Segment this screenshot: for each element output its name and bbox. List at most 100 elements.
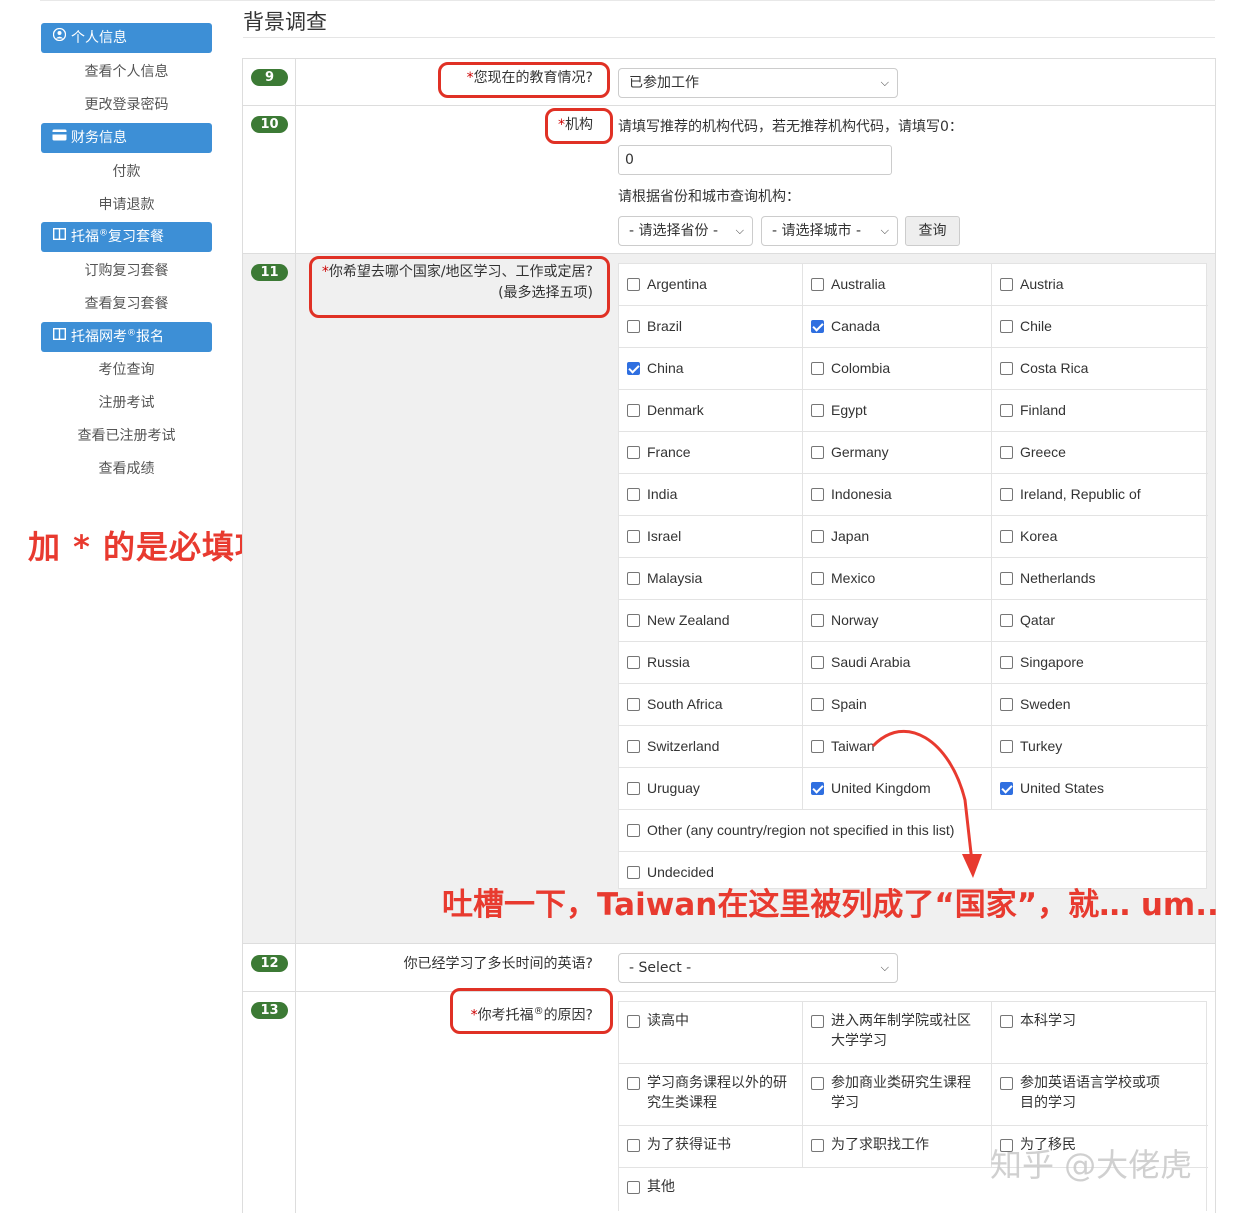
country-option-singapore[interactable]: Singapore — [991, 642, 1208, 684]
checkbox[interactable] — [811, 404, 824, 417]
checkbox[interactable] — [1000, 446, 1013, 459]
country-option-india[interactable]: India — [619, 474, 802, 516]
checkbox[interactable] — [811, 614, 824, 627]
reason-option[interactable]: 参加英语语言学校或项目的学习 — [991, 1064, 1208, 1126]
country-option-denmark[interactable]: Denmark — [619, 390, 802, 432]
sidebar-section-registration[interactable]: 托福网考®报名 — [41, 322, 212, 352]
country-option-spain[interactable]: Spain — [802, 684, 991, 726]
checkbox[interactable] — [627, 782, 640, 795]
checkbox[interactable] — [1000, 404, 1013, 417]
checkbox[interactable] — [811, 278, 824, 291]
country-option-new-zealand[interactable]: New Zealand — [619, 600, 802, 642]
checkbox[interactable] — [811, 698, 824, 711]
reason-option[interactable]: 进入两年制学院或社区大学学习 — [802, 1002, 991, 1064]
sidebar-item-scores[interactable]: 查看成绩 — [41, 459, 212, 479]
checkbox[interactable] — [627, 1181, 640, 1194]
checkbox-checked[interactable] — [1000, 782, 1013, 795]
city-select[interactable]: - 请选择城市 - ⌵ — [761, 216, 898, 246]
country-option-egypt[interactable]: Egypt — [802, 390, 991, 432]
reason-option[interactable]: 参加商业类研究生课程学习 — [802, 1064, 991, 1126]
country-option-south-africa[interactable]: South Africa — [619, 684, 802, 726]
sidebar-section-review-packages[interactable]: 托福®复习套餐 — [41, 222, 212, 252]
sidebar-item-refund[interactable]: 申请退款 — [41, 195, 212, 215]
country-option-germany[interactable]: Germany — [802, 432, 991, 474]
english-study-duration-select[interactable]: - Select - ⌵ — [618, 953, 898, 983]
checkbox[interactable] — [627, 866, 640, 879]
checkbox[interactable] — [627, 1077, 640, 1090]
checkbox[interactable] — [627, 1139, 640, 1152]
checkbox[interactable] — [811, 656, 824, 669]
sidebar-section-personal-info[interactable]: 个人信息 — [41, 23, 212, 53]
country-option-norway[interactable]: Norway — [802, 600, 991, 642]
checkbox[interactable] — [1000, 362, 1013, 375]
checkbox[interactable] — [1000, 614, 1013, 627]
checkbox[interactable] — [627, 488, 640, 501]
country-option-korea[interactable]: Korea — [991, 516, 1208, 558]
country-option-uruguay[interactable]: Uruguay — [619, 768, 802, 810]
checkbox[interactable] — [811, 740, 824, 753]
checkbox[interactable] — [811, 1077, 824, 1090]
checkbox[interactable] — [811, 530, 824, 543]
sidebar-item-registered-tests[interactable]: 查看已注册考试 — [41, 426, 212, 446]
country-option-malaysia[interactable]: Malaysia — [619, 558, 802, 600]
country-option-israel[interactable]: Israel — [619, 516, 802, 558]
country-option-colombia[interactable]: Colombia — [802, 348, 991, 390]
sidebar-section-finance[interactable]: 财务信息 — [41, 123, 212, 153]
checkbox[interactable] — [1000, 740, 1013, 753]
sidebar-item-view-profile[interactable]: 查看个人信息 — [41, 62, 212, 82]
sidebar-item-order-review[interactable]: 订购复习套餐 — [41, 261, 212, 281]
checkbox[interactable] — [1000, 278, 1013, 291]
checkbox[interactable] — [1000, 488, 1013, 501]
country-option-ireland-republic-of[interactable]: Ireland, Republic of — [991, 474, 1208, 516]
country-option-united-kingdom[interactable]: United Kingdom — [802, 768, 991, 810]
sidebar-item-seat-search[interactable]: 考位查询 — [41, 360, 212, 380]
checkbox[interactable] — [1000, 1015, 1013, 1028]
country-option-japan[interactable]: Japan — [802, 516, 991, 558]
checkbox[interactable] — [811, 1015, 824, 1028]
country-option-mexico[interactable]: Mexico — [802, 558, 991, 600]
checkbox[interactable] — [627, 740, 640, 753]
country-option-austria[interactable]: Austria — [991, 264, 1208, 306]
checkbox[interactable] — [627, 404, 640, 417]
country-option-united-states[interactable]: United States — [991, 768, 1208, 810]
province-select[interactable]: - 请选择省份 - ⌵ — [618, 216, 753, 246]
checkbox[interactable] — [627, 320, 640, 333]
country-option-indonesia[interactable]: Indonesia — [802, 474, 991, 516]
checkbox[interactable] — [627, 698, 640, 711]
checkbox[interactable] — [1000, 572, 1013, 585]
country-option-france[interactable]: France — [619, 432, 802, 474]
checkbox[interactable] — [1000, 320, 1013, 333]
checkbox[interactable] — [627, 530, 640, 543]
checkbox[interactable] — [811, 446, 824, 459]
country-option-russia[interactable]: Russia — [619, 642, 802, 684]
sidebar-item-register-test[interactable]: 注册考试 — [41, 393, 212, 413]
sidebar-item-payment[interactable]: 付款 — [41, 162, 212, 182]
education-status-select[interactable]: 已参加工作 ⌵ — [618, 68, 898, 98]
checkbox[interactable] — [627, 656, 640, 669]
checkbox[interactable] — [627, 1015, 640, 1028]
checkbox[interactable] — [811, 362, 824, 375]
checkbox[interactable] — [627, 614, 640, 627]
institution-code-input[interactable]: 0 — [618, 145, 892, 175]
country-option-australia[interactable]: Australia — [802, 264, 991, 306]
country-option-brazil[interactable]: Brazil — [619, 306, 802, 348]
checkbox[interactable] — [627, 824, 640, 837]
reason-option[interactable]: 读高中 — [619, 1002, 802, 1064]
checkbox-checked[interactable] — [811, 782, 824, 795]
checkbox-checked[interactable] — [627, 362, 640, 375]
checkbox[interactable] — [1000, 1077, 1013, 1090]
query-button[interactable]: 查询 — [905, 216, 960, 246]
checkbox[interactable] — [811, 1139, 824, 1152]
country-option-costa-rica[interactable]: Costa Rica — [991, 348, 1208, 390]
reason-option[interactable]: 为了求职找工作 — [802, 1126, 991, 1168]
country-option-canada[interactable]: Canada — [802, 306, 991, 348]
country-option-chile[interactable]: Chile — [991, 306, 1208, 348]
reason-option[interactable]: 本科学习 — [991, 1002, 1208, 1064]
checkbox[interactable] — [627, 278, 640, 291]
sidebar-item-view-review[interactable]: 查看复习套餐 — [41, 294, 212, 314]
country-option-turkey[interactable]: Turkey — [991, 726, 1208, 768]
country-option-switzerland[interactable]: Switzerland — [619, 726, 802, 768]
country-option-argentina[interactable]: Argentina — [619, 264, 802, 306]
checkbox[interactable] — [627, 572, 640, 585]
country-option-taiwan[interactable]: Taiwan — [802, 726, 991, 768]
